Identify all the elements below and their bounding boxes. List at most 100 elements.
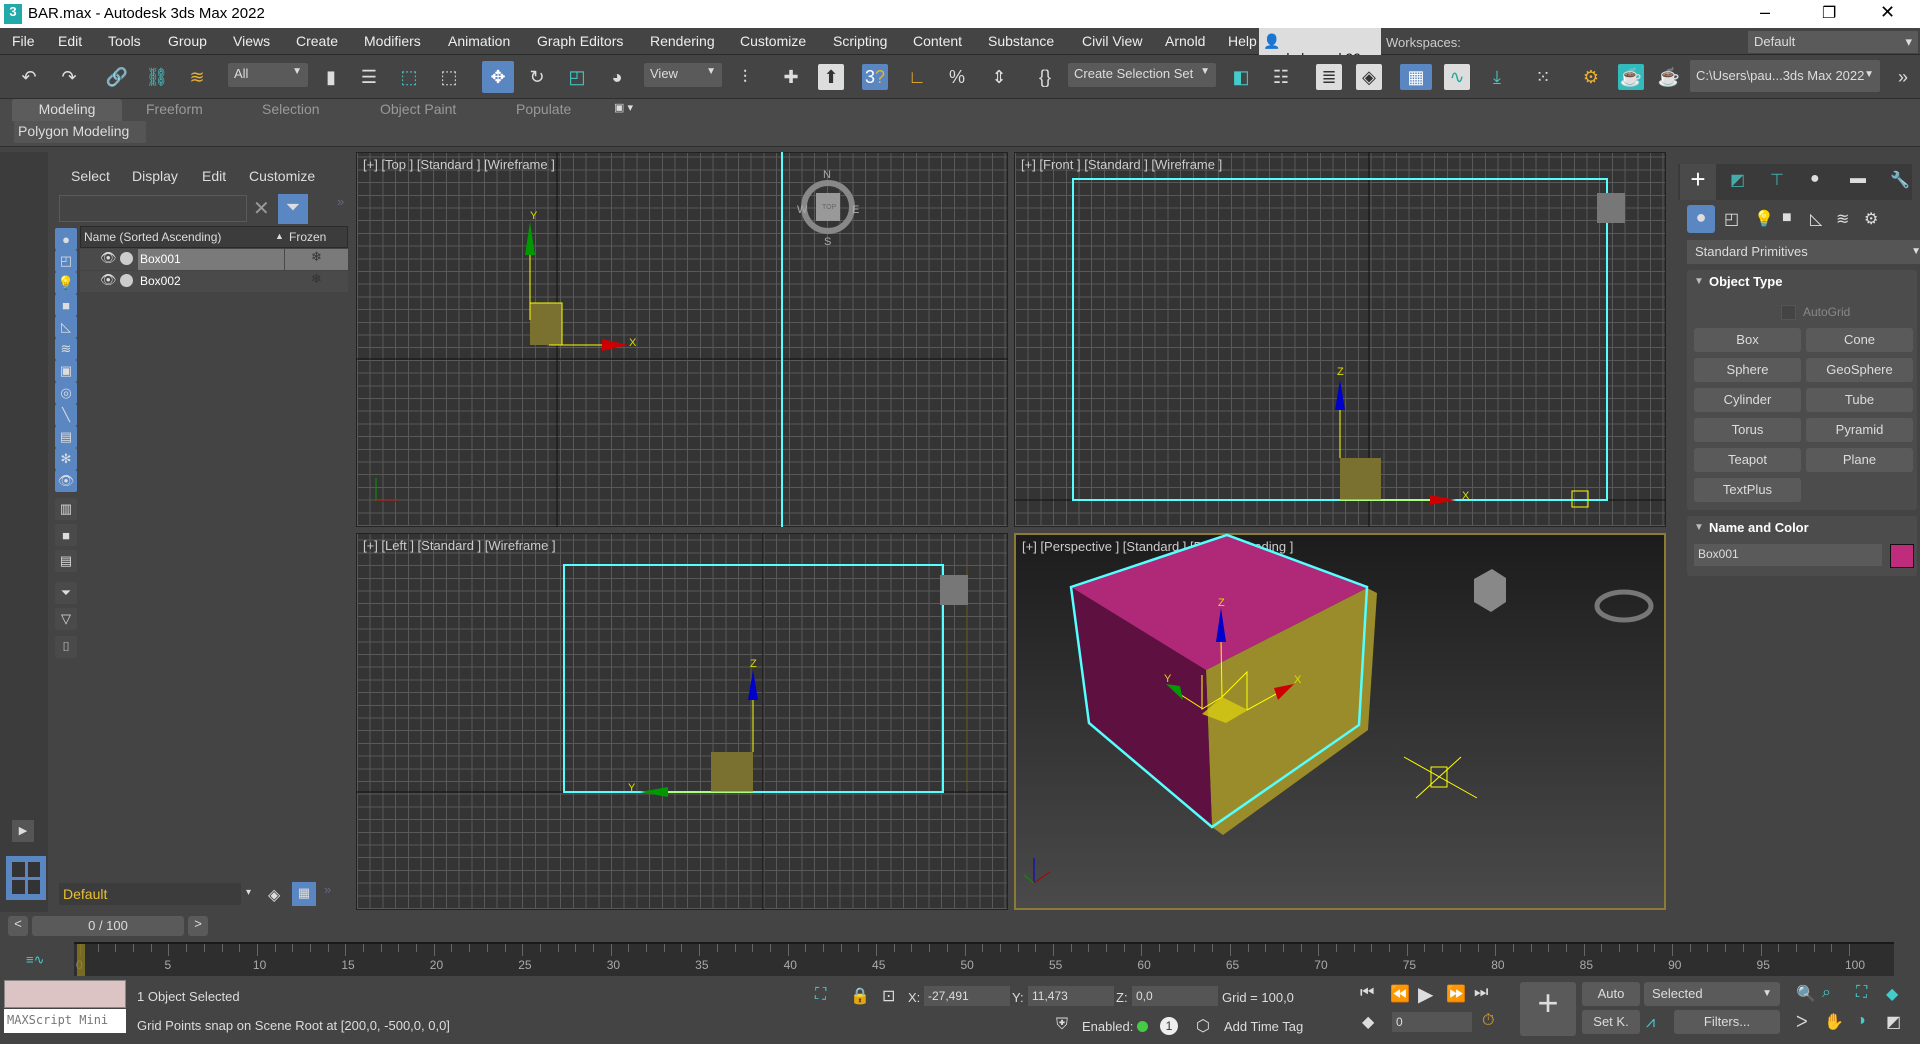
field-of-view-icon[interactable]: ᐳ (1796, 1012, 1808, 1032)
menu-edit[interactable]: Edit (58, 33, 82, 49)
display-lights-icon[interactable]: 💡 (55, 272, 77, 294)
display-shapes-icon[interactable]: ◰ (55, 250, 77, 272)
select-and-move-icon[interactable]: ✥ (482, 61, 514, 93)
menu-customize[interactable]: Customize (740, 33, 806, 49)
frozen-snowflake-icon[interactable]: ❄ (285, 271, 348, 292)
lights-category-icon[interactable]: 💡 (1754, 209, 1774, 229)
create-tab-plus-icon[interactable]: + (1680, 164, 1716, 200)
box-button[interactable]: Box (1694, 328, 1801, 352)
ribbon-panel-polygon-modeling[interactable]: Polygon Modeling (14, 121, 146, 143)
display-containers-icon[interactable]: ▤ (55, 426, 77, 448)
teapot-button[interactable]: Teapot (1694, 448, 1801, 472)
add-time-tag-button[interactable]: Add Time Tag (1224, 1019, 1303, 1034)
torus-button[interactable]: Torus (1694, 418, 1801, 442)
display-helpers-icon[interactable]: ◺ (55, 316, 77, 338)
layer-stack-icon[interactable]: ◈ (268, 885, 280, 905)
edit-named-selection-icon[interactable]: {} (1032, 64, 1058, 90)
badge-count[interactable]: 1 (1160, 1017, 1178, 1035)
explorer-menu-display[interactable]: Display (132, 168, 178, 184)
filter-toggle-icon[interactable]: ▽ (55, 608, 77, 630)
zoom-icon[interactable]: 🔍 (1796, 984, 1816, 1004)
cone-button[interactable]: Cone (1806, 328, 1913, 352)
rectangular-selection-icon[interactable]: ⬚ (396, 64, 422, 90)
rendered-frame-window-icon[interactable]: ☕ (1618, 64, 1644, 90)
account-menu[interactable]: 👤paula.konsek99 ▾ (1259, 28, 1381, 66)
viewport-layout-icon[interactable] (6, 856, 46, 900)
absolute-mode-icon[interactable]: ⊡ (882, 986, 895, 1006)
object-name[interactable]: Box002 (140, 274, 181, 288)
use-pivot-point-icon[interactable]: ⫶ (732, 64, 758, 90)
ribbon-tab-freeform[interactable]: Freeform (146, 101, 203, 117)
select-and-rotate-icon[interactable]: ↻ (524, 64, 550, 90)
plane-button[interactable]: Plane (1806, 448, 1913, 472)
current-layer-field[interactable]: Default (59, 883, 241, 905)
explorer-menu-select[interactable]: Select (71, 168, 110, 184)
sphere-button[interactable]: Sphere (1694, 358, 1801, 382)
isolate-selection-icon[interactable]: ⛶ (815, 986, 826, 1004)
helpers-category-icon[interactable]: ◺ (1810, 209, 1822, 229)
schematic-view-icon[interactable]: ⤓ (1484, 64, 1510, 90)
object-color-swatch[interactable] (1890, 544, 1914, 568)
geosphere-button[interactable]: GeoSphere (1806, 358, 1913, 382)
ribbon-tab-selection[interactable]: Selection (262, 101, 320, 117)
angle-snap-icon[interactable]: ∟ (904, 64, 930, 90)
maxscript-mini-input[interactable]: MAXScript Mini (4, 1009, 126, 1033)
rollout-title[interactable]: Object Type (1709, 274, 1782, 289)
object-name[interactable]: Box001 (138, 249, 284, 270)
go-to-start-icon[interactable]: ⏮ (1360, 984, 1374, 1002)
menu-civil-view[interactable]: Civil View (1082, 33, 1142, 49)
viewport-label[interactable]: [+] [Left ] [Standard ] [Wireframe ] (363, 538, 556, 553)
auto-key-button[interactable]: Auto (1582, 982, 1640, 1006)
menu-substance[interactable]: Substance (988, 33, 1054, 49)
display-frozen-icon[interactable]: ▥ (55, 498, 77, 520)
layer-explorer-icon[interactable]: ◈ (1356, 64, 1382, 90)
zoom-all-icon[interactable]: ⌕ (1822, 984, 1831, 1002)
selection-lock-icon[interactable]: 🔒 (850, 986, 870, 1006)
maxscript-listener-output[interactable] (4, 980, 126, 1008)
menu-animation[interactable]: Animation (448, 33, 510, 49)
explorer-settings-icon[interactable]: ⌷ (55, 636, 77, 658)
clear-search-icon[interactable]: ✕ (253, 196, 270, 221)
scene-explorer-icon[interactable]: ≣ (1316, 64, 1342, 90)
time-configuration-icon[interactable]: ⏱ (1482, 1012, 1494, 1030)
viewport-label[interactable]: [+] [Top ] [Standard ] [Wireframe ] (363, 157, 555, 172)
filter-icon[interactable]: ⏷ (278, 194, 308, 224)
collapse-triangle-icon[interactable]: ▼ (1694, 276, 1704, 287)
visibility-eye-icon[interactable]: 👁 (100, 250, 117, 266)
utilities-wrench-icon[interactable]: 🔧 (1890, 170, 1910, 190)
menu-group[interactable]: Group (168, 33, 207, 49)
align-icon[interactable]: ☷ (1268, 64, 1294, 90)
cameras-category-icon[interactable]: ■ (1782, 209, 1792, 227)
spinner-snap-icon[interactable]: ⇕ (986, 64, 1012, 90)
layer-explorer-toggle-icon[interactable]: ▦ (292, 882, 316, 906)
explorer-menu-edit[interactable]: Edit (202, 168, 226, 184)
menu-help[interactable]: Help (1228, 33, 1257, 49)
viewport-front[interactable]: [+] [Front ] [Standard ] [Wireframe ] (1014, 152, 1666, 527)
mirror-icon[interactable]: ◧ (1228, 64, 1254, 90)
display-geometry-icon[interactable]: ● (55, 228, 77, 250)
material-editor-icon[interactable]: ⁙ (1530, 64, 1556, 90)
workspace-dropdown[interactable]: Default ▾ (1748, 31, 1918, 53)
unlink-icon[interactable]: ⛓ (144, 64, 170, 90)
pan-hand-icon[interactable]: ✋ (1824, 1012, 1844, 1032)
geometry-category-icon[interactable]: ● (1687, 205, 1715, 233)
select-and-manipulate-icon[interactable]: ✚ (778, 64, 804, 90)
track-bar[interactable]: 0510152025303540455055606570758085909510… (74, 942, 1894, 976)
display-all-icon[interactable]: ■ (55, 524, 77, 546)
curve-editor-mini-icon[interactable]: ≡∿ (26, 952, 44, 968)
toggle-ribbon-icon[interactable]: ▦ (1400, 64, 1432, 90)
tube-button[interactable]: Tube (1806, 388, 1913, 412)
viewport-perspective[interactable]: [+] [Perspective ] [Standard ] [Default … (1014, 533, 1666, 910)
ribbon-options-icon[interactable]: ▣ ▾ (614, 101, 633, 114)
display-bones-icon[interactable]: ╲ (55, 404, 77, 426)
snaps-toggle-icon[interactable]: 3? (862, 64, 888, 90)
enabled-status-dot[interactable] (1137, 1021, 1148, 1032)
column-frozen[interactable]: Frozen (289, 230, 326, 244)
sort-ascending-icon[interactable]: ▲ (275, 231, 284, 241)
expand-play-icon[interactable]: ▶ (12, 820, 34, 842)
shapes-category-icon[interactable]: ◰ (1724, 209, 1739, 229)
percent-snap-icon[interactable]: % (944, 64, 970, 90)
play-icon[interactable]: ▶ (1418, 982, 1433, 1007)
column-name[interactable]: Name (Sorted Ascending) (84, 230, 221, 244)
maximize-viewport-icon[interactable]: ◩ (1886, 1012, 1901, 1032)
